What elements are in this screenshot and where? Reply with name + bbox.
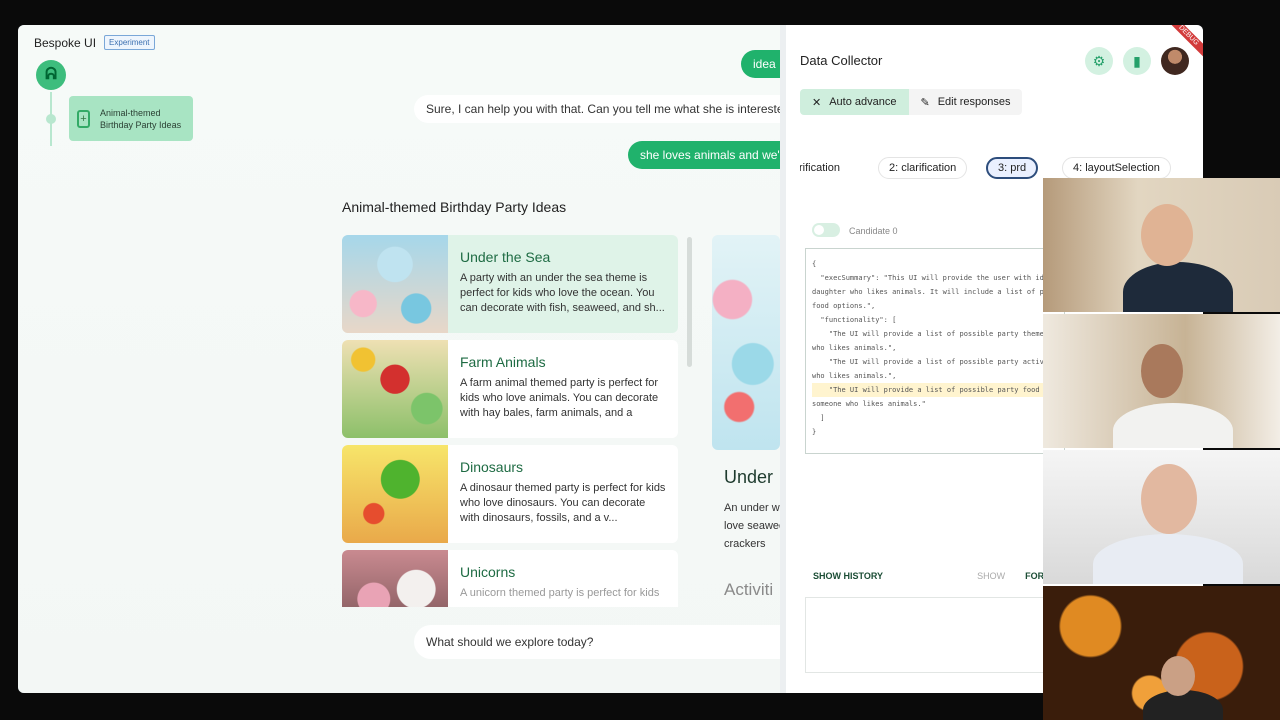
mode-toggle: ✕ Auto advance ✎ Edit responses <box>800 89 1023 115</box>
participant-video <box>1043 314 1280 448</box>
card-description: A farm animal themed party is perfect fo… <box>460 377 659 419</box>
under-the-sea-image <box>342 235 448 333</box>
idea-card-list[interactable]: Under the Sea A party with an under the … <box>342 235 680 607</box>
participant-video <box>1043 178 1280 312</box>
editor-actions: SHOW HISTORY SHOW FORMAT <box>813 571 1063 581</box>
code-line: food options.", <box>812 302 876 310</box>
step-tab[interactable]: 2: clarification <box>878 157 968 179</box>
card-title: Unicorns <box>460 564 516 580</box>
pencil-icon: ✎ <box>920 96 930 109</box>
candidate-label: Candidate 0 <box>849 226 898 236</box>
code-line: { <box>812 260 817 268</box>
step-tab[interactable]: 4: layoutSelection <box>1062 157 1171 179</box>
candidate-toggle[interactable] <box>812 223 840 237</box>
code-line-selected: "The UI will provide a list of possible … <box>812 383 1064 397</box>
add-node-icon: + <box>77 109 91 128</box>
edit-responses-label: Edit responses <box>937 96 1011 108</box>
code-line: "The UI will provide a list of possible … <box>812 330 1065 338</box>
code-line: "functionality": [ <box>812 316 897 324</box>
chat-area: Bespoke UI Experiment ᕱ + Animal-themed … <box>18 25 781 693</box>
card-description: A unicorn themed party is perfect for ki… <box>460 587 660 599</box>
code-line: who likes animals.", <box>812 344 897 352</box>
auto-advance-label: Auto advance <box>829 96 897 108</box>
idea-card[interactable]: Farm Animals A farm animal themed party … <box>342 340 678 438</box>
idea-card[interactable]: Unicorns A unicorn themed party is perfe… <box>342 550 678 607</box>
output-box[interactable] <box>805 597 1065 673</box>
panel-actions: ⚙ ▮ <box>1085 47 1189 75</box>
participant-video <box>1043 586 1280 720</box>
node-label: Animal-themed Birthday Party Ideas <box>100 107 182 130</box>
detail-image <box>712 235 780 450</box>
detail-description: An under who love seaweec crackers <box>724 502 780 550</box>
detail-preview[interactable]: Under An under who love seaweec crackers… <box>712 235 780 607</box>
unicorns-image <box>342 550 448 607</box>
step-tab-active[interactable]: 3: prd <box>986 157 1039 179</box>
farm-animals-image <box>342 340 448 438</box>
idea-card[interactable]: Under the Sea A party with an under the … <box>342 235 678 333</box>
detail-section-heading: Activiti <box>724 580 774 599</box>
assistant-message: Sure, I can help you with that. Can you … <box>414 95 780 123</box>
code-line: who likes animals.", <box>812 372 897 380</box>
code-line: "The UI will provide a list of possible … <box>812 358 1065 366</box>
detail-title: Under <box>724 467 774 487</box>
section-title: Animal-themed Birthday Party Ideas <box>342 199 567 215</box>
show-history-button[interactable]: SHOW HISTORY <box>813 571 883 581</box>
idea-card[interactable]: Dinosaurs A dinosaur themed party is per… <box>342 445 678 543</box>
step-tab[interactable]: rification <box>800 157 851 179</box>
conversation-node[interactable]: + Animal-themed Birthday Party Ideas <box>69 96 193 141</box>
app-window: Bespoke UI Experiment ᕱ + Animal-themed … <box>18 25 1203 693</box>
card-title: Dinosaurs <box>460 459 524 475</box>
video-call-strip <box>1043 178 1280 720</box>
route-icon[interactable]: ᕱ <box>36 60 66 90</box>
participant-video <box>1043 450 1280 584</box>
avatar[interactable] <box>1161 47 1189 75</box>
user-message-chip: she loves animals and we' <box>628 141 780 169</box>
code-line: "execSummary": "This UI will provide the… <box>812 274 1053 282</box>
code-line: } <box>812 428 817 436</box>
code-line: daughter who likes animals. It will incl… <box>812 288 1065 296</box>
auto-advance-button[interactable]: ✕ Auto advance <box>800 89 909 115</box>
card-description: A dinosaur themed party is perfect for k… <box>460 482 666 524</box>
card-description: A party with an under the sea theme is p… <box>460 272 665 314</box>
close-cross-icon: ✕ <box>812 96 822 109</box>
explore-input[interactable]: What should we explore today? <box>414 625 780 659</box>
tree-dot <box>46 114 56 124</box>
card-list-scrollbar[interactable] <box>687 237 692 367</box>
card-title: Farm Animals <box>460 354 546 370</box>
panel-title: Data Collector <box>800 53 883 68</box>
user-message-chip: idea <box>741 50 781 78</box>
code-line: someone who likes animals." <box>812 400 926 408</box>
bookmark-icon[interactable]: ▮ <box>1123 47 1151 75</box>
code-line: ] <box>812 414 825 422</box>
brand: Bespoke UI Experiment <box>34 35 155 50</box>
app-name: Bespoke UI <box>34 35 97 50</box>
card-title: Under the Sea <box>460 249 551 265</box>
experiment-badge: Experiment <box>104 35 155 50</box>
edit-responses-button[interactable]: ✎ Edit responses <box>908 89 1023 115</box>
dinosaurs-image <box>342 445 448 543</box>
json-editor[interactable]: { "execSummary": "This UI will provide t… <box>805 248 1065 454</box>
show-button[interactable]: SHOW <box>977 571 1005 581</box>
settings-icon[interactable]: ⚙ <box>1085 47 1113 75</box>
